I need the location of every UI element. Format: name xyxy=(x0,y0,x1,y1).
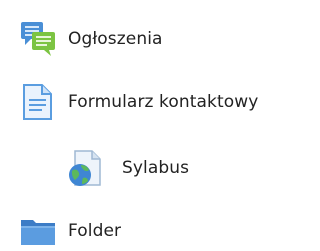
activity-label: Formularz kontaktowy xyxy=(68,92,259,112)
activity-label: Folder xyxy=(68,221,122,241)
activity-label: Sylabus xyxy=(122,158,190,178)
activity-link-syllabus[interactable]: Sylabus xyxy=(66,148,189,188)
activity-link-contact-form[interactable]: Formularz kontaktowy xyxy=(18,82,258,122)
activity-link-folder[interactable]: Folder xyxy=(18,211,121,251)
activity-link-announcements[interactable]: Ogłoszenia xyxy=(18,19,163,59)
page-icon xyxy=(18,82,58,122)
url-icon xyxy=(66,148,106,188)
activity-label: Ogłoszenia xyxy=(68,29,163,49)
forum-icon xyxy=(18,19,58,59)
folder-icon xyxy=(18,211,58,251)
